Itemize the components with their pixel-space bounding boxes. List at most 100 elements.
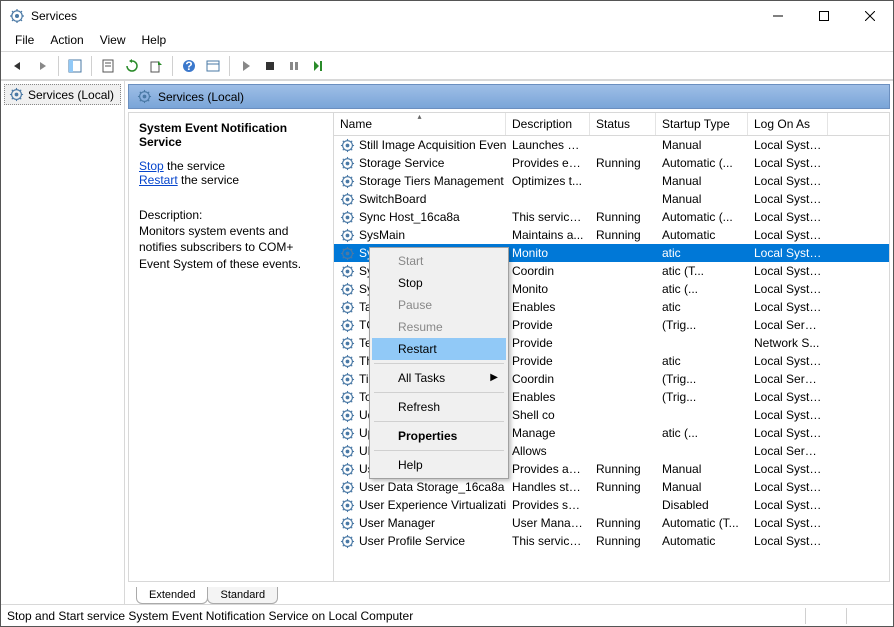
gear-icon [340,534,355,549]
tab-extended[interactable]: Extended [136,587,208,604]
cell-startup: Manual [656,479,748,495]
toolbar-icon[interactable] [202,55,224,77]
cell-status [590,198,656,200]
pane-header: Services (Local) [128,84,890,109]
cell-startup: Disabled [656,497,748,513]
table-row[interactable]: User Profile ServiceThis service ...Runn… [334,532,889,550]
cell-name: User Profile Service [359,534,465,548]
menu-bar: File Action View Help [1,31,893,52]
col-description[interactable]: Description [506,113,590,135]
gear-icon [340,174,355,189]
pause-service-button[interactable] [283,55,305,77]
cell-status: Running [590,479,656,495]
forward-button[interactable] [31,55,53,77]
cell-description: Coordin [506,371,590,387]
description-label: Description: [139,207,323,223]
description-text: Monitors system events and notifies subs… [139,223,323,272]
stop-link[interactable]: Stop [139,159,164,173]
ctx-all-tasks[interactable]: All Tasks▶ [372,367,506,389]
cell-logon: Local Syste... [748,281,828,297]
table-row[interactable]: Still Image Acquisition EventsLaunches a… [334,136,889,154]
ctx-help[interactable]: Help [372,454,506,476]
cell-startup [656,342,748,344]
title-bar: Services [1,1,893,31]
ctx-properties[interactable]: Properties [372,425,506,447]
cell-logon: Local Syste... [748,173,828,189]
cell-logon: Local Syste... [748,299,828,315]
context-menu: Start Stop Pause Resume Restart All Task… [369,247,509,479]
refresh-button[interactable] [121,55,143,77]
col-name[interactable]: Name▴ [334,113,506,135]
cell-description: Coordin [506,263,590,279]
cell-status: Running [590,533,656,549]
gear-icon [340,390,355,405]
cell-status: Running [590,515,656,531]
ctx-refresh[interactable]: Refresh [372,396,506,418]
cell-logon: Local Syste... [748,209,828,225]
maximize-button[interactable] [801,1,847,31]
col-startup[interactable]: Startup Type [656,113,748,135]
gear-icon [137,89,152,104]
menu-view[interactable]: View [92,31,134,51]
cell-status [590,252,656,254]
gear-icon [340,444,355,459]
table-row[interactable]: SwitchBoardManualLocal Syste... [334,190,889,208]
cell-description: Maintains a... [506,227,590,243]
gear-icon [340,462,355,477]
help-button[interactable]: ? [178,55,200,77]
table-row[interactable]: User ManagerUser Manag...RunningAutomati… [334,514,889,532]
table-row[interactable]: Storage Tiers ManagementOptimizes t...Ma… [334,172,889,190]
cell-status [590,396,656,398]
gear-icon [340,480,355,495]
table-row[interactable]: User Experience Virtualizati...Provides … [334,496,889,514]
ctx-restart[interactable]: Restart [372,338,506,360]
cell-status [590,432,656,434]
gear-icon [340,408,355,423]
stop-service-button[interactable] [259,55,281,77]
col-logon[interactable]: Log On As [748,113,828,135]
cell-logon: Local Syste... [748,191,828,207]
cell-startup: atic (... [656,425,748,441]
table-row[interactable]: User Data Storage_16ca8aHandles sto...Ru… [334,478,889,496]
content-area: System Event Notification Service Stop t… [128,112,890,582]
start-service-button[interactable] [235,55,257,77]
services-icon [9,8,25,24]
cell-name: User Data Storage_16ca8a [359,480,504,494]
back-button[interactable] [7,55,29,77]
cell-description: Provide [506,353,590,369]
table-row[interactable]: Storage ServiceProvides en...RunningAuto… [334,154,889,172]
close-button[interactable] [847,1,893,31]
tree-item-services-local[interactable]: Services (Local) [4,84,121,105]
description-panel: System Event Notification Service Stop t… [129,113,334,581]
export-button[interactable] [145,55,167,77]
cell-startup: Manual [656,173,748,189]
restart-service-button[interactable] [307,55,329,77]
cell-status [590,414,656,416]
cell-startup: Automatic [656,227,748,243]
menu-file[interactable]: File [7,31,42,51]
cell-status [590,306,656,308]
table-row[interactable]: SysMainMaintains a...RunningAutomaticLoc… [334,226,889,244]
restart-link[interactable]: Restart [139,173,178,187]
gear-icon [340,336,355,351]
gear-icon [340,192,355,207]
properties-button[interactable] [97,55,119,77]
cell-status: Running [590,155,656,171]
table-row[interactable]: Sync Host_16ca8aThis service ...RunningA… [334,208,889,226]
cell-logon: Local Service [748,443,828,459]
minimize-button[interactable] [755,1,801,31]
show-hide-tree-button[interactable] [64,55,86,77]
cell-status [590,450,656,452]
gear-icon [340,156,355,171]
gear-icon [9,87,24,102]
menu-action[interactable]: Action [42,31,91,51]
ctx-stop[interactable]: Stop [372,272,506,294]
ctx-pause: Pause [372,294,506,316]
cell-status: Running [590,227,656,243]
menu-help[interactable]: Help [134,31,175,51]
tab-standard[interactable]: Standard [207,587,278,604]
gear-icon [340,318,355,333]
cell-logon: Local Syste... [748,263,828,279]
col-status[interactable]: Status [590,113,656,135]
cell-status [590,270,656,272]
